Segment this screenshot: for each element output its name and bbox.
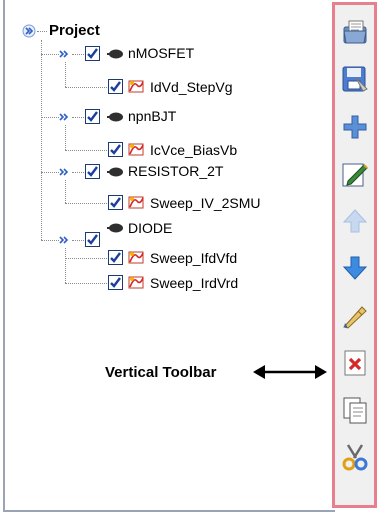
checkbox-sweep-irdvrd[interactable] (108, 275, 123, 290)
tree-item-device[interactable]: RESISTOR_2T (128, 163, 223, 179)
collapse-diode-icon[interactable] (57, 233, 71, 247)
device-chip-icon (107, 112, 123, 122)
project-tree-panel: Project nMOSFET IdVd_StepVg npnBJT IcVce… (3, 0, 335, 512)
edit-button[interactable] (339, 158, 371, 190)
copy-icon (343, 397, 367, 424)
tree-item-test[interactable]: IdVd_StepVg (150, 79, 233, 95)
add-button[interactable] (339, 111, 371, 143)
delete-icon (344, 350, 366, 376)
tree-root-project[interactable]: Project (49, 23, 100, 39)
checkbox-sweep-iv-2smu[interactable] (108, 195, 123, 210)
tree-item-device[interactable]: DIODE (128, 220, 172, 236)
test-sweep-icon (128, 251, 144, 264)
open-project-button[interactable] (339, 17, 371, 49)
checkbox-resistor-2t[interactable] (85, 164, 100, 179)
collapse-resistor-icon[interactable] (57, 165, 71, 179)
rename-button[interactable] (339, 300, 371, 332)
device-chip-icon (107, 223, 123, 233)
test-sweep-icon (128, 196, 144, 209)
collapse-nmosfet-icon[interactable] (57, 47, 71, 61)
tree-item-test[interactable]: IcVce_BiasVb (150, 142, 237, 158)
device-chip-icon (107, 167, 123, 177)
checkbox-icvce-biasvb[interactable] (108, 142, 123, 157)
tree-item-device[interactable]: npnBJT (128, 108, 176, 124)
annotation-label: Vertical Toolbar (105, 364, 217, 381)
checkbox-nmosfet[interactable] (85, 46, 100, 61)
test-sweep-icon (128, 143, 144, 156)
project-tree: Project nMOSFET IdVd_StepVg npnBJT IcVce… (5, 0, 335, 320)
cut-button[interactable] (339, 441, 371, 473)
delete-button[interactable] (339, 347, 371, 379)
cut-icon (342, 444, 368, 471)
open-project-icon (343, 20, 367, 44)
move-down-button[interactable] (339, 252, 371, 284)
move-up-button[interactable] (339, 205, 371, 237)
add-icon (343, 115, 367, 139)
tree-item-device[interactable]: nMOSFET (128, 45, 194, 61)
save-project-icon (342, 66, 368, 92)
vertical-toolbar (332, 2, 377, 508)
move-down-icon (342, 256, 368, 280)
test-sweep-icon (128, 276, 144, 289)
test-sweep-icon (128, 80, 144, 93)
checkbox-idvd-stepvg[interactable] (108, 79, 123, 94)
tree-item-test[interactable]: Sweep_IfdVfd (150, 250, 237, 266)
checkbox-sweep-ifdvfd[interactable] (108, 250, 123, 265)
copy-button[interactable] (339, 394, 371, 426)
collapse-npnbjt-icon[interactable] (57, 110, 71, 124)
edit-icon (342, 163, 368, 187)
move-up-icon (342, 209, 368, 233)
device-chip-icon (107, 49, 123, 59)
tree-item-test[interactable]: Sweep_IV_2SMU (150, 195, 261, 211)
double-arrow-icon (253, 365, 327, 379)
checkbox-diode[interactable] (85, 232, 100, 247)
checkbox-npnbjt[interactable] (85, 109, 100, 124)
tree-item-test[interactable]: Sweep_IrdVrd (150, 275, 238, 291)
rename-icon (343, 306, 367, 329)
collapse-root-icon[interactable] (22, 24, 36, 38)
save-project-button[interactable] (339, 63, 371, 95)
